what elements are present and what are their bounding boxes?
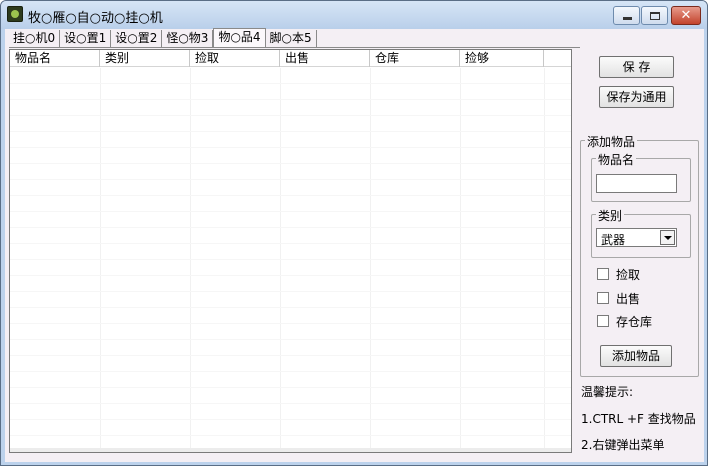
grid-row-line (10, 131, 571, 132)
minimize-icon (623, 17, 632, 20)
app-window: 牧○雁○自○动○挂○机 ✕ 挂○机0 设○置1 设○置2 怪○物3 物○品4 脚… (0, 0, 708, 466)
save-as-common-button[interactable]: 保存为通用 (599, 86, 674, 108)
category-label: 类别 (596, 207, 625, 224)
pick-checkbox-label: 捡取 (616, 267, 641, 282)
store-checkbox-label: 存仓库 (616, 314, 653, 329)
column-warehouse[interactable]: 仓库 (370, 50, 460, 67)
pick-checkbox-box[interactable] (597, 268, 609, 280)
grid-column-line (370, 68, 371, 452)
tab-settings-2[interactable]: 设○置2 (111, 30, 163, 47)
grid-row-line (10, 99, 571, 100)
client-area: 挂○机0 设○置1 设○置2 怪○物3 物○品4 脚○本5 物品名 类别 捡取 … (5, 28, 704, 462)
grid-row-line (10, 211, 571, 212)
grid-row-line (10, 419, 571, 420)
column-pick[interactable]: 捡取 (190, 50, 280, 67)
grid-row-line (10, 227, 571, 228)
grid-row-line (10, 195, 571, 196)
tab-auto-hang[interactable]: 挂○机0 (9, 30, 61, 47)
title-bar[interactable]: 牧○雁○自○动○挂○机 ✕ (1, 1, 707, 29)
sell-checkbox[interactable]: 出售 (597, 290, 640, 306)
grid-row-line (10, 435, 571, 436)
tab-divider (9, 47, 580, 48)
sell-checkbox-label: 出售 (616, 291, 641, 306)
add-item-button[interactable]: 添加物品 (600, 345, 672, 367)
grid-row-line (10, 147, 571, 148)
grid-row-line (10, 83, 571, 84)
category-select[interactable]: 武器 (596, 228, 677, 247)
chevron-down-icon[interactable] (660, 230, 675, 245)
grid-row-line (10, 307, 571, 308)
grid-row-line (10, 323, 571, 324)
pick-checkbox[interactable]: 捡取 (597, 266, 640, 282)
tab-monsters[interactable]: 怪○物3 (162, 30, 214, 47)
grid-row-line (10, 387, 571, 388)
store-checkbox[interactable]: 存仓库 (597, 313, 652, 329)
column-category[interactable]: 类别 (100, 50, 190, 67)
grid-row-line (10, 371, 571, 372)
horizontal-scrollbar[interactable] (10, 448, 571, 452)
grid-row-line (10, 243, 571, 244)
grid-row-line (10, 355, 571, 356)
grid-row-line (10, 291, 571, 292)
close-button[interactable]: ✕ (671, 6, 701, 25)
grid-row-line (10, 275, 571, 276)
tip-line-2: 2.右键弹出菜单 (581, 438, 665, 452)
window-title: 牧○雁○自○动○挂○机 (28, 11, 163, 26)
list-header: 物品名 类别 捡取 出售 仓库 捡够 (10, 50, 571, 67)
grid-row-line (10, 163, 571, 164)
tab-bar: 挂○机0 设○置1 设○置2 怪○物3 物○品4 脚○本5 (9, 28, 317, 48)
tip-line-1: 1.CTRL +F 查找物品 (581, 412, 696, 426)
category-value: 武器 (601, 233, 626, 247)
column-sell[interactable]: 出售 (280, 50, 370, 67)
grid-column-line (460, 68, 461, 452)
tab-scripts[interactable]: 脚○本5 (266, 30, 317, 47)
item-name-input[interactable] (596, 174, 677, 193)
item-list[interactable]: 物品名 类别 捡取 出售 仓库 捡够 (9, 49, 572, 453)
list-grid (10, 68, 571, 452)
grid-row-line (10, 339, 571, 340)
column-item-name[interactable]: 物品名 (10, 50, 100, 67)
grid-column-line (544, 68, 545, 452)
sell-checkbox-box[interactable] (597, 292, 609, 304)
column-pick-enough[interactable]: 捡够 (460, 50, 544, 67)
tab-settings-1[interactable]: 设○置1 (60, 30, 112, 47)
tips-title: 温馨提示: (581, 385, 634, 399)
maximize-icon (650, 12, 660, 20)
grid-column-line (280, 68, 281, 452)
close-icon: ✕ (680, 8, 692, 23)
item-name-label: 物品名 (596, 151, 637, 168)
save-button[interactable]: 保 存 (599, 56, 674, 78)
maximize-button[interactable] (641, 6, 668, 25)
grid-column-line (190, 68, 191, 452)
grid-row-line (10, 259, 571, 260)
grid-row-line (10, 115, 571, 116)
add-item-group-title: 添加物品 (585, 133, 638, 150)
minimize-button[interactable] (613, 6, 640, 25)
tab-items[interactable]: 物○品4 (213, 28, 266, 47)
app-logo-icon (7, 6, 23, 22)
grid-column-line (100, 68, 101, 452)
store-checkbox-box[interactable] (597, 315, 609, 327)
grid-row-line (10, 403, 571, 404)
grid-row-line (10, 179, 571, 180)
